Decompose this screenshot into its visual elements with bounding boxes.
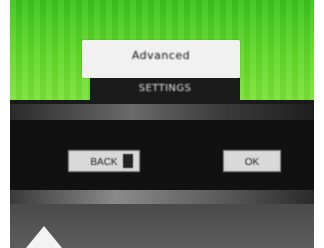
divider-stripe bbox=[10, 104, 314, 120]
button-tab bbox=[123, 154, 133, 168]
ok-button[interactable]: OK bbox=[223, 150, 281, 172]
back-button[interactable]: BACK bbox=[68, 150, 140, 172]
photo-frame: Advanced SETTINGS BACK OK bbox=[0, 0, 324, 248]
back-button-label: BACK bbox=[90, 157, 118, 168]
ok-button-label: OK bbox=[244, 157, 260, 168]
lower-divider-stripe bbox=[10, 190, 314, 204]
subtitle-text: SETTINGS bbox=[138, 83, 192, 94]
subtitle-box: SETTINGS bbox=[90, 78, 240, 102]
up-arrow-icon[interactable] bbox=[26, 226, 62, 248]
display-screen: Advanced SETTINGS BACK OK bbox=[10, 0, 314, 248]
title-label-box: Advanced bbox=[82, 40, 240, 78]
title-text: Advanced bbox=[131, 49, 191, 62]
